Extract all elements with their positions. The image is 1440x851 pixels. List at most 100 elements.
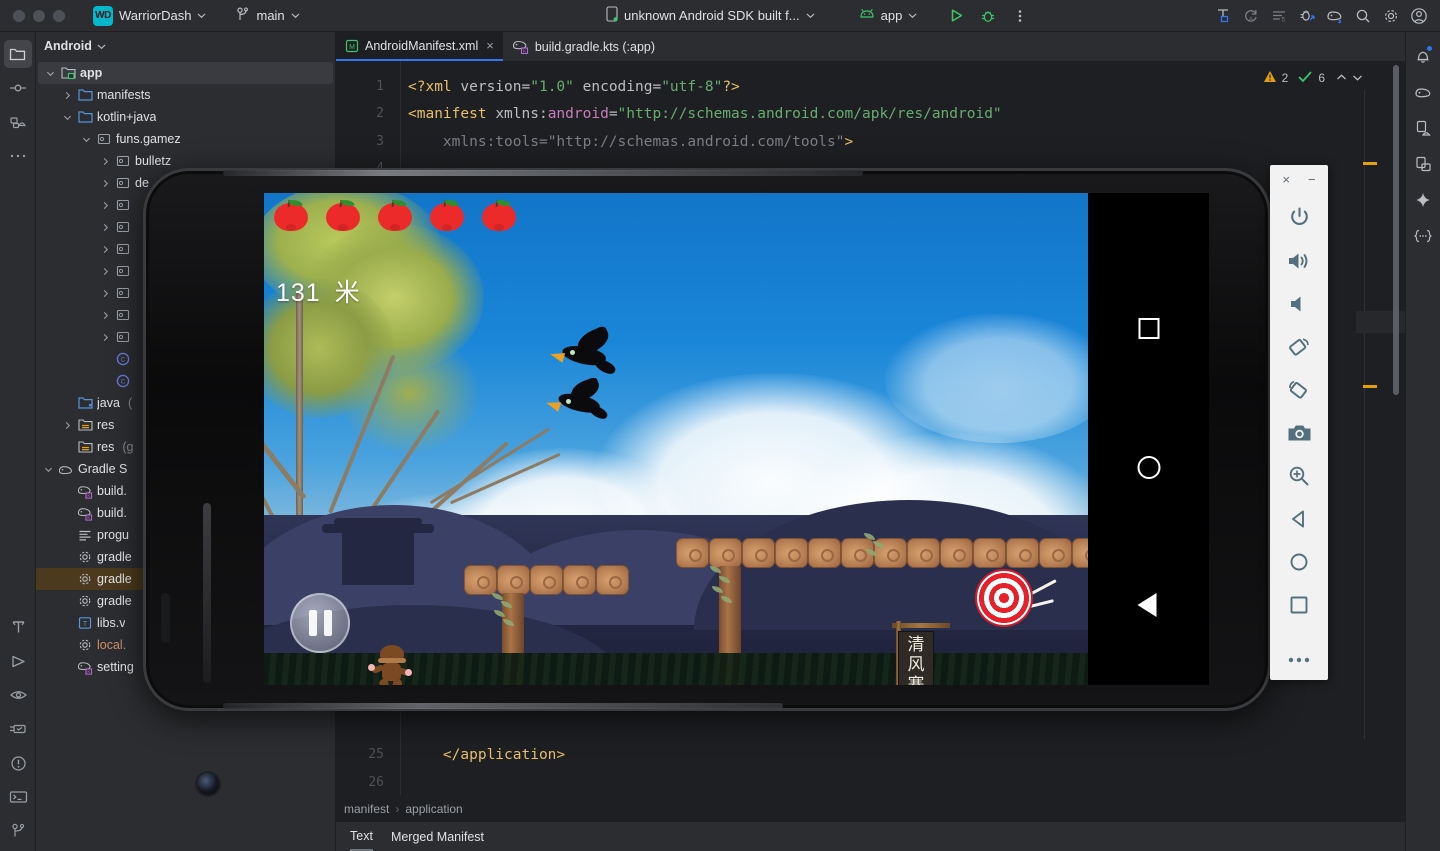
properties-icon [77, 571, 93, 587]
back-icon[interactable] [1279, 500, 1319, 539]
rotate-right-icon[interactable] [1279, 371, 1319, 410]
maximize-window-button[interactable] [53, 9, 65, 22]
breadcrumb-item-application[interactable]: application [405, 802, 462, 816]
tree-item-manifests[interactable]: manifests [36, 84, 335, 106]
prev-problem-icon[interactable] [1336, 71, 1347, 85]
tree-item-kotlin-java[interactable]: kotlin+java [36, 106, 335, 128]
editor-tab-androidmanifest-xml[interactable]: M AndroidManifest.xml × [336, 32, 503, 61]
chevron-down-icon[interactable] [44, 67, 56, 79]
attach-debugger-icon[interactable] [1294, 4, 1320, 28]
home-icon[interactable] [1279, 543, 1319, 582]
editor-tab-build-gradle-kts-app[interactable]: Kbuild.gradle.kts (:app) [503, 32, 664, 61]
chevron-right-icon[interactable] [99, 221, 111, 233]
device-side-button[interactable] [203, 503, 211, 683]
editor-scrollbar[interactable] [1393, 61, 1399, 795]
emulator-screen[interactable]: 131 米 清 风 寨 [264, 193, 1209, 685]
device-manager-icon[interactable] [1409, 114, 1437, 142]
window-traffic-lights[interactable] [0, 9, 65, 22]
distance-value: 131 [276, 279, 321, 307]
chevron-right-icon[interactable] [61, 419, 73, 431]
nav-back-icon[interactable] [1137, 593, 1156, 617]
device-selector[interactable]: unknown Android SDK built f... [600, 4, 821, 28]
pull-requests-icon[interactable] [4, 108, 32, 136]
problems-icon[interactable] [4, 749, 32, 777]
chevron-right-icon[interactable] [99, 243, 111, 255]
close-window-button[interactable] [13, 9, 25, 22]
power-icon[interactable] [1279, 198, 1319, 237]
terminal-icon[interactable] [4, 783, 32, 811]
gradle-icon[interactable] [1409, 78, 1437, 106]
tree-arrow-placeholder [99, 353, 111, 365]
nav-home-icon[interactable] [1137, 456, 1160, 479]
gradle-sync-icon[interactable] [1322, 4, 1348, 28]
running-devices-icon[interactable] [1409, 150, 1437, 178]
gemini-icon[interactable] [1409, 186, 1437, 214]
emulator-toolbar[interactable]: × − [1270, 165, 1328, 680]
project-view-selector[interactable]: Android [36, 32, 335, 60]
android-navigation-bar[interactable] [1088, 193, 1209, 685]
device-power-button[interactable] [161, 593, 170, 643]
overview-icon[interactable] [1279, 586, 1319, 625]
emulator-minimize-button[interactable]: − [1308, 173, 1316, 186]
run-tool-icon[interactable] [4, 647, 32, 675]
editor-tab-bar[interactable]: M AndroidManifest.xml × Kbuild.gradle.kts (… [336, 32, 1405, 61]
tree-arrow-placeholder [61, 529, 73, 541]
tree-item-funs-gamez[interactable]: funs.gamez [36, 128, 335, 150]
tree-item-app[interactable]: app [38, 62, 333, 84]
inspection-widget[interactable]: 2 6 [1263, 70, 1363, 86]
zoom-in-icon[interactable] [1279, 457, 1319, 496]
editor-bottom-tabs[interactable]: Text Merged Manifest [336, 822, 1405, 851]
chevron-right-icon[interactable] [99, 287, 111, 299]
branch-selector[interactable]: main [230, 4, 305, 28]
screenshot-camera-icon[interactable] [1279, 414, 1319, 453]
run-button[interactable] [943, 4, 969, 28]
notifications-list-icon[interactable]: 5 [1266, 4, 1292, 28]
minimize-window-button[interactable] [33, 9, 45, 22]
chevron-right-icon[interactable] [99, 155, 111, 167]
emulator-device-frame[interactable]: 131 米 清 风 寨 [143, 168, 1271, 795]
extended-controls-icon[interactable] [1279, 641, 1319, 680]
build-tool-icon[interactable] [4, 613, 32, 641]
chevron-right-icon[interactable] [99, 309, 111, 321]
chevron-right-icon[interactable] [99, 265, 111, 277]
breadcrumb[interactable]: manifest › application [336, 795, 1405, 822]
editor-scroll-thumb[interactable] [1393, 65, 1399, 395]
nav-overview-icon[interactable] [1138, 318, 1159, 339]
debug-button[interactable] [975, 4, 1001, 28]
app-inspection-icon[interactable] [4, 715, 32, 743]
project-tool-icon[interactable] [3, 40, 32, 68]
check-for-updates-icon[interactable]: A [1238, 4, 1264, 28]
volume-down-icon[interactable] [1279, 284, 1319, 323]
bottom-tab-text[interactable]: Text [350, 822, 373, 851]
code-text: </application> [392, 747, 565, 763]
logcat-icon[interactable] [4, 681, 32, 709]
project-selector[interactable]: WD WarriorDash [87, 4, 212, 28]
emulator-close-button[interactable]: × [1282, 173, 1290, 186]
game-viewport[interactable]: 131 米 清 风 寨 [264, 193, 1088, 685]
account-icon[interactable] [1406, 4, 1432, 28]
json-tool-icon[interactable] [1409, 222, 1437, 250]
more-tool-windows-icon[interactable] [4, 142, 32, 170]
version-control-icon[interactable] [4, 817, 32, 845]
chevron-down-icon[interactable] [61, 111, 73, 123]
bottom-tab-merged-manifest[interactable]: Merged Manifest [391, 822, 484, 851]
next-problem-icon[interactable] [1352, 71, 1363, 85]
chevron-down-icon[interactable] [80, 133, 92, 145]
code-with-me-icon[interactable] [1210, 4, 1236, 28]
run-configuration-selector[interactable]: app [853, 4, 924, 28]
notifications-icon[interactable] [1409, 42, 1437, 70]
more-actions-button[interactable] [1007, 4, 1033, 28]
search-icon[interactable] [1350, 4, 1376, 28]
breadcrumb-item-manifest[interactable]: manifest [344, 802, 389, 816]
chevron-right-icon[interactable] [99, 331, 111, 343]
volume-up-icon[interactable] [1279, 241, 1319, 280]
pause-button[interactable] [290, 593, 350, 653]
chevron-down-icon[interactable] [42, 463, 54, 475]
chevron-right-icon[interactable] [99, 177, 111, 189]
rotate-left-icon[interactable] [1279, 327, 1319, 366]
commit-tool-icon[interactable] [4, 74, 32, 102]
close-icon[interactable]: × [486, 38, 494, 53]
chevron-right-icon[interactable] [61, 89, 73, 101]
gear-icon[interactable] [1378, 4, 1404, 28]
chevron-right-icon[interactable] [99, 199, 111, 211]
